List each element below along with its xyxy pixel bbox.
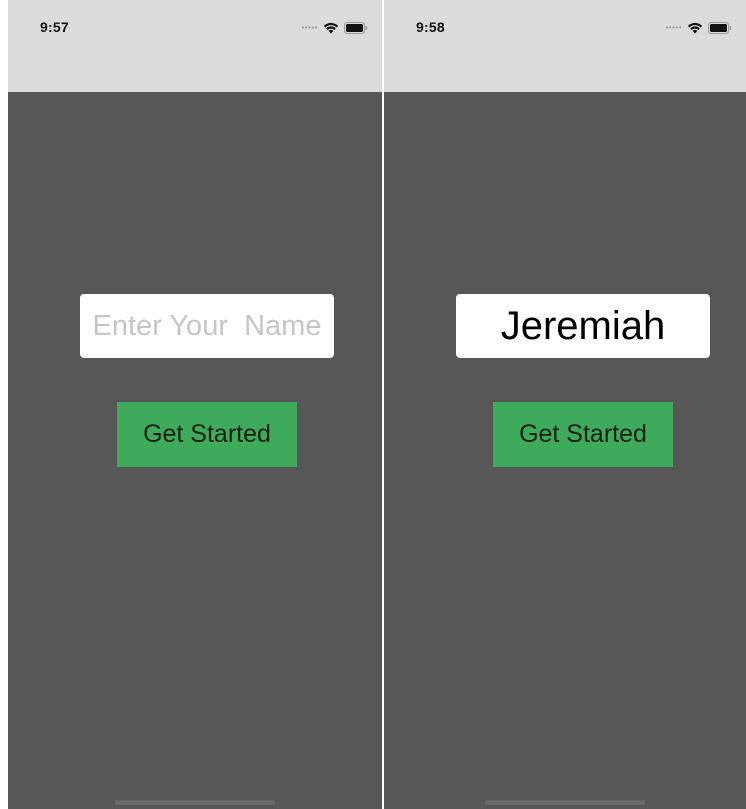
phone-screen-empty: 9:57 ••••• Enter Your Name Get Started: [8, 0, 382, 809]
status-bar: 9:57 •••••: [8, 0, 382, 92]
battery-icon: [344, 22, 368, 34]
get-started-button[interactable]: Get Started: [493, 402, 673, 467]
wifi-icon: [687, 22, 703, 34]
status-time: 9:58: [416, 19, 445, 35]
side-by-side-screens: 9:57 ••••• Enter Your Name Get Started 9…: [0, 0, 746, 809]
phone-screen-filled: 9:58 ••••• Jeremiah Get Started: [384, 0, 746, 809]
signal-icon: •••••: [301, 23, 318, 32]
status-icons: •••••: [665, 22, 732, 34]
signal-icon: •••••: [665, 23, 682, 32]
name-input[interactable]: [456, 294, 710, 358]
get-started-button[interactable]: Get Started: [117, 402, 297, 467]
main-content: Get Started: [384, 92, 746, 809]
home-indicator: [115, 800, 275, 805]
main-content: Get Started: [8, 92, 382, 809]
name-input[interactable]: [80, 294, 334, 358]
home-indicator: [485, 800, 645, 805]
status-bar: 9:58 •••••: [384, 0, 746, 92]
wifi-icon: [323, 22, 339, 34]
battery-icon: [708, 22, 732, 34]
status-time: 9:57: [40, 19, 69, 35]
status-icons: •••••: [301, 22, 368, 34]
